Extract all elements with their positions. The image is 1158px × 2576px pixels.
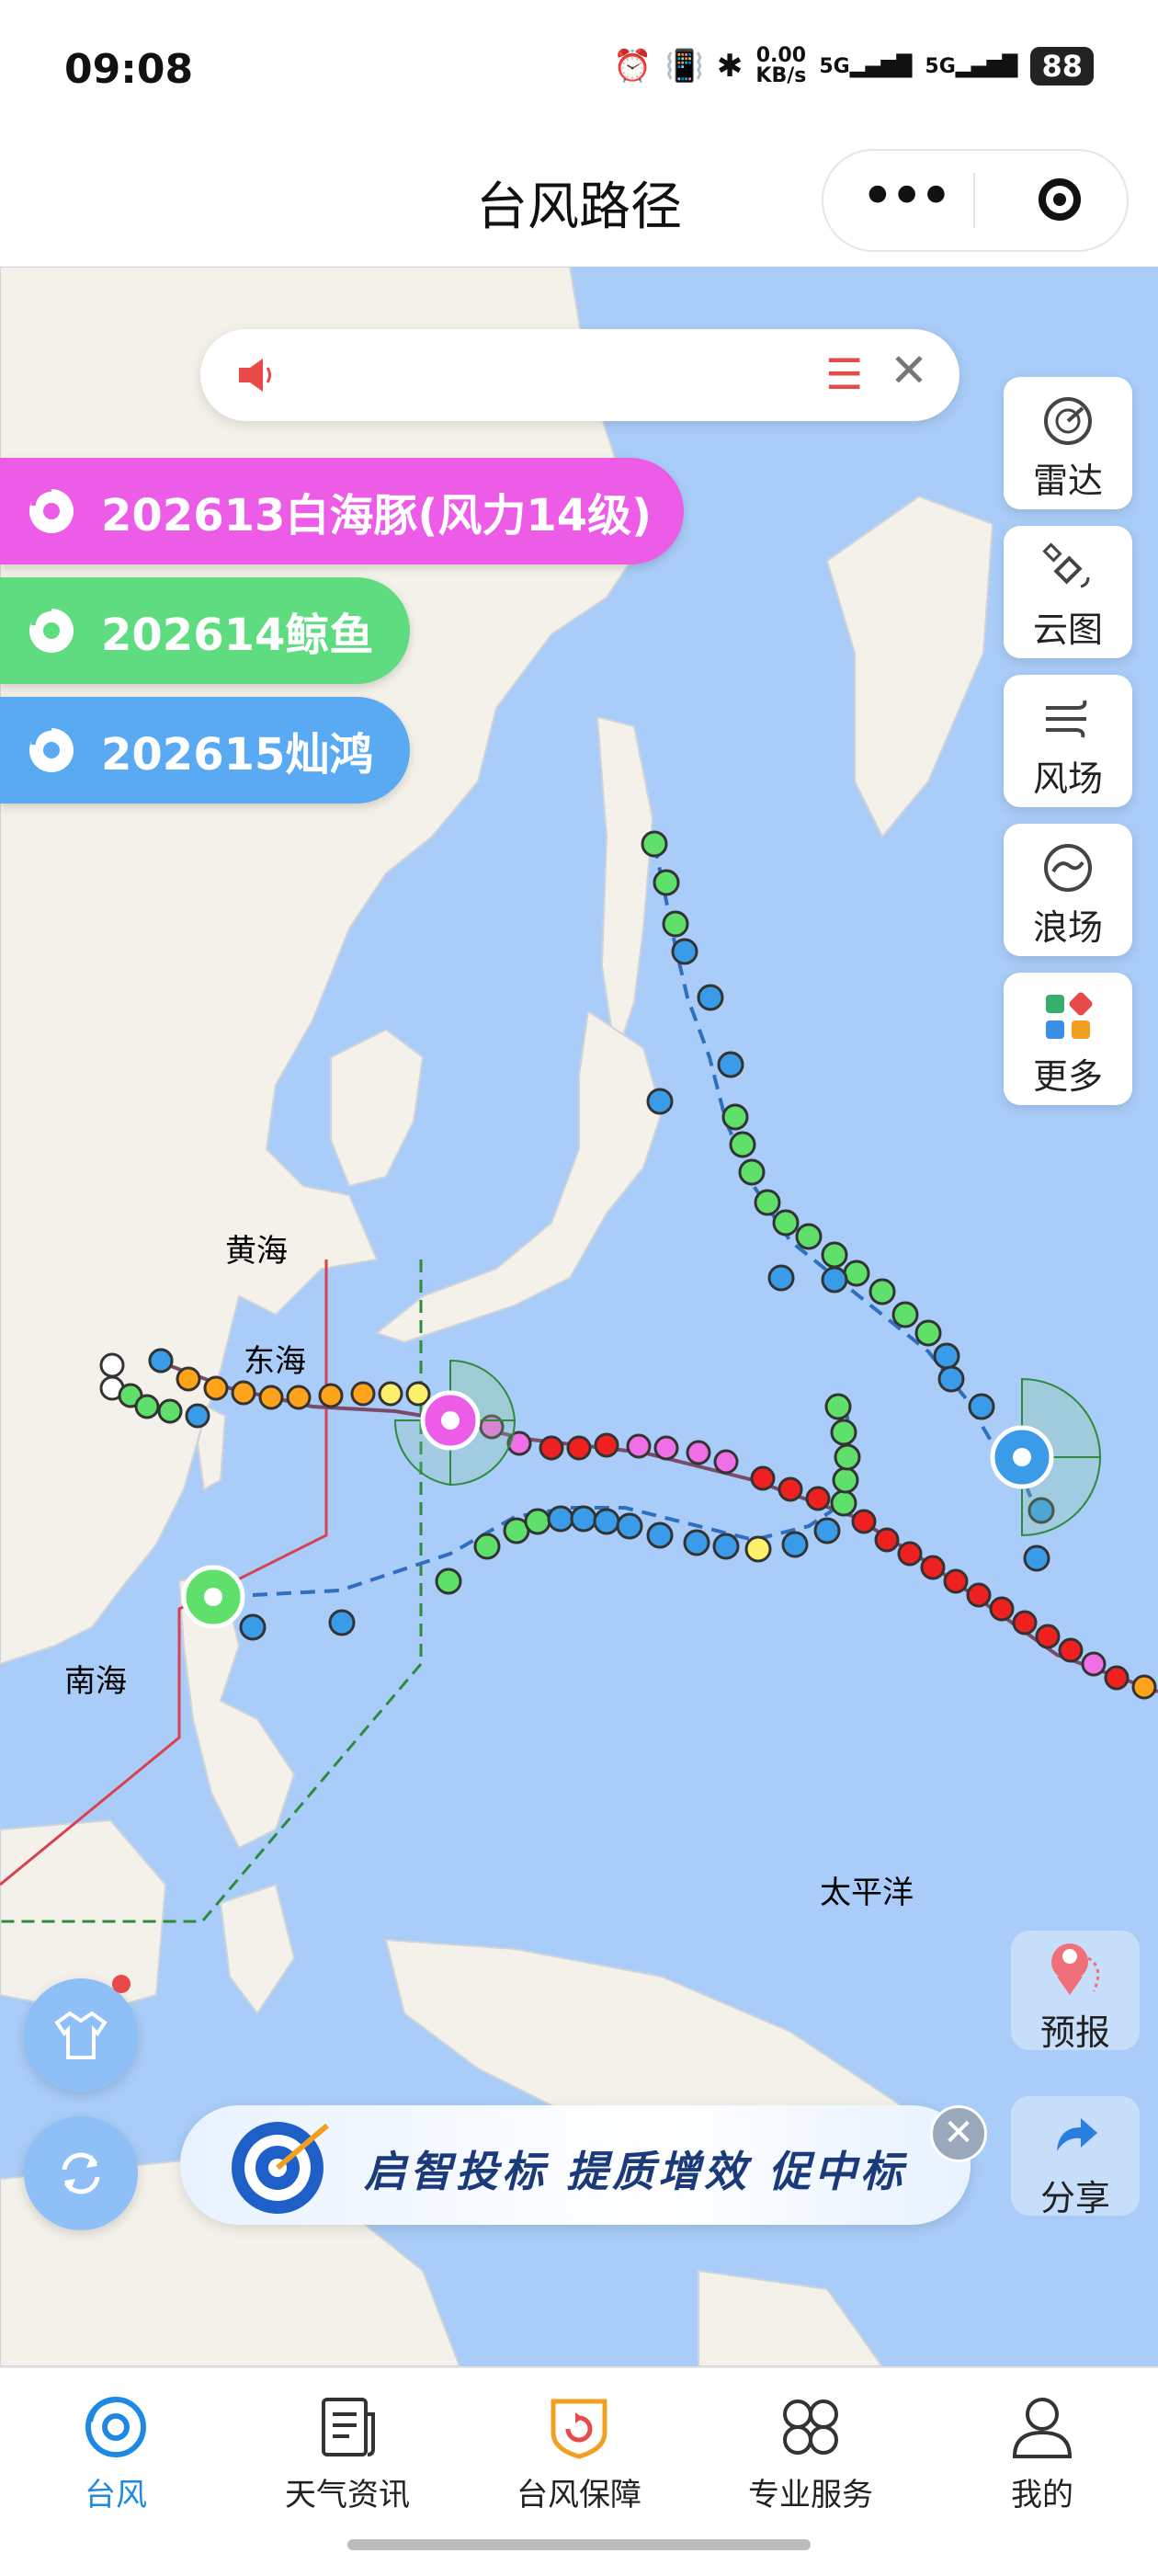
tool-wind[interactable]: 风场	[1004, 675, 1132, 807]
typhoon-label: 202615灿鸿	[101, 729, 374, 781]
tab-label: 台风保障	[517, 2477, 641, 2513]
banner-close-icon[interactable]: ✕	[930, 2105, 987, 2162]
typhoon-icon	[29, 606, 74, 653]
tab-label: 我的	[1011, 2477, 1073, 2513]
services-icon	[783, 2399, 838, 2455]
typhoon-marker-202613	[420, 1390, 481, 1451]
tool-label: 风场	[1032, 758, 1103, 799]
tab-label: 专业服务	[748, 2477, 873, 2513]
typhoon-pill-202613[interactable]: 202613白海豚(风力14级)	[0, 458, 684, 564]
signal-1: 5G▂▄▆█	[819, 54, 913, 78]
bluetooth-icon: ✱	[716, 48, 744, 85]
typhoon-marker-202614	[181, 1565, 245, 1629]
notice-bar[interactable]: ☰ ✕	[200, 329, 959, 421]
clothes-button[interactable]	[24, 1975, 138, 2092]
typhoon-label: 202613白海豚(风力14级)	[101, 490, 653, 541]
banner-text: 启智投标 提质增效 促中标	[364, 2147, 907, 2196]
tab-label: 台风	[85, 2477, 147, 2513]
typhoon-pill-202615[interactable]: 202615灿鸿	[0, 697, 410, 804]
forecast-icon	[1051, 1943, 1100, 1995]
net-speed: 0.00 KB/s	[755, 44, 807, 87]
more-menu-icon[interactable]: •••	[860, 167, 953, 226]
target-logo-icon	[232, 2122, 329, 2214]
satellite-icon	[1042, 542, 1090, 588]
tab-typhoon[interactable]: 台风	[0, 2368, 232, 2534]
tab-weather-news[interactable]: 天气资讯	[232, 2368, 463, 2534]
shield-icon	[551, 2399, 607, 2459]
shirt-icon	[54, 2011, 108, 2059]
vibrate-icon: 📳	[664, 48, 704, 85]
radar-icon	[1044, 397, 1092, 445]
tool-label: 云图	[1032, 610, 1103, 650]
label-east-sea: 东海	[244, 1343, 306, 1380]
tool-wave[interactable]: 浪场	[1004, 824, 1132, 956]
close-icon[interactable]: ✕	[890, 344, 928, 397]
signal-2: 5G▂▄▆█	[925, 54, 1018, 78]
clock: 09:08	[64, 46, 194, 93]
status-bar: 09:08 ⏰ 📳 ✱ 0.00 KB/s 5G▂▄▆█ 5G▂▄▆█ 88	[0, 0, 1158, 138]
tool-radar[interactable]: 雷达	[1004, 377, 1132, 509]
list-icon[interactable]: ☰	[825, 349, 863, 399]
profile-icon	[1012, 2398, 1073, 2458]
refresh-icon	[62, 2152, 100, 2194]
tab-typhoon-protection[interactable]: 台风保障	[463, 2368, 695, 2534]
typhoon-icon	[85, 2397, 146, 2457]
close-miniprogram-icon[interactable]	[1039, 178, 1081, 221]
speaker-icon	[239, 359, 271, 392]
tab-pro-services[interactable]: 专业服务	[695, 2368, 926, 2534]
forecast-button[interactable]: 预报	[1011, 1931, 1140, 2053]
tool-label: 更多	[1032, 1056, 1103, 1097]
typhoon-icon	[29, 486, 74, 533]
label-pacific: 太平洋	[820, 1875, 914, 1911]
status-icons: ⏰ 📳 ✱ 0.00 KB/s 5G▂▄▆█ 5G▂▄▆█ 88	[613, 46, 1094, 86]
refresh-button[interactable]	[24, 2116, 138, 2230]
tool-label: 雷达	[1032, 461, 1103, 501]
news-icon	[322, 2398, 375, 2456]
grid-icon	[1046, 992, 1093, 1039]
tab-label: 天气资讯	[285, 2477, 410, 2513]
typhoon-pill-202614[interactable]: 202614鲸鱼	[0, 577, 410, 684]
alarm-icon: ⏰	[613, 48, 653, 85]
tab-profile[interactable]: 我的	[926, 2368, 1158, 2534]
share-icon	[1057, 2118, 1097, 2151]
share-label: 分享	[1039, 2178, 1110, 2218]
tool-more[interactable]: 更多	[1004, 973, 1132, 1105]
title-bar: 台风路径 •••	[0, 138, 1158, 267]
home-indicator[interactable]	[347, 2539, 811, 2550]
forecast-label: 预报	[1039, 2012, 1110, 2053]
notification-dot	[112, 1975, 131, 1993]
typhoon-marker-202615	[990, 1425, 1054, 1489]
label-yellow-sea: 黄海	[225, 1233, 288, 1270]
tool-label: 浪场	[1032, 907, 1103, 948]
wind-icon	[1046, 700, 1087, 738]
battery-indicator: 88	[1030, 47, 1094, 85]
typhoon-icon	[29, 725, 74, 772]
label-south-sea: 南海	[64, 1663, 127, 1700]
tool-cloud[interactable]: 云图	[1004, 526, 1132, 658]
share-button[interactable]: 分享	[1011, 2096, 1140, 2218]
wave-icon	[1044, 844, 1092, 892]
typhoon-label: 202614鲸鱼	[101, 610, 374, 661]
miniprogram-capsule: •••	[822, 149, 1129, 252]
ad-banner[interactable]: 启智投标 提质增效 促中标	[180, 2105, 971, 2225]
